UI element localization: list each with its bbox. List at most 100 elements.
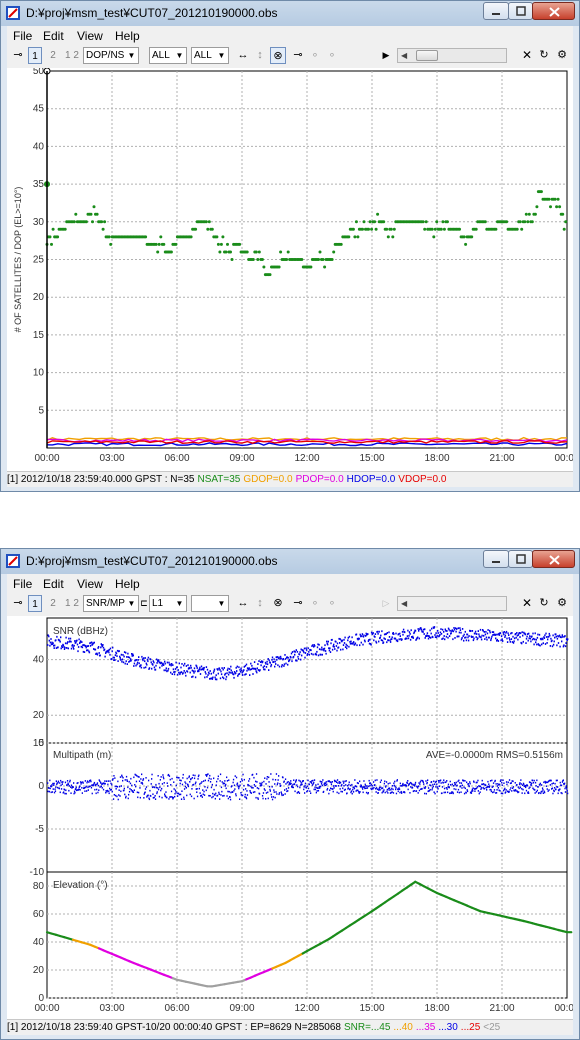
fit-horizontal-icon[interactable]: ↔ (235, 595, 251, 612)
multipath-point (492, 782, 495, 784)
snr-point (433, 626, 436, 628)
multipath-point (304, 782, 307, 785)
nsat-point (423, 227, 427, 231)
constellation-select[interactable]: ALL ▼ (149, 47, 187, 64)
multipath-point (361, 786, 363, 789)
multipath-point (107, 780, 109, 782)
close-x-icon[interactable]: ✕ (521, 595, 533, 612)
fit-horizontal-icon[interactable]: ↔ (235, 47, 251, 64)
time-scrollbar[interactable]: ◀ (397, 48, 507, 63)
snr-point (485, 636, 488, 639)
point-icon[interactable]: ∘ (310, 47, 320, 64)
multipath-point (50, 785, 53, 788)
status-snr30: ...30 (438, 1022, 458, 1033)
nsat-point (470, 235, 474, 239)
rcv12-button[interactable]: 1 2 (63, 47, 81, 64)
snr-point (485, 630, 487, 633)
multipath-point (198, 774, 200, 777)
snr-point (81, 641, 83, 643)
plot-area[interactable]: 10 20 40 -10 -5 0 5 0 20 40 60 80 SNR (dBHz) Multipat… (7, 616, 573, 1019)
nsat-point (317, 258, 320, 261)
snr-point (265, 662, 267, 665)
menu-help[interactable]: Help (115, 29, 140, 43)
minimize-button[interactable] (483, 2, 509, 20)
show-track-icon[interactable]: ⊸ (291, 595, 305, 612)
time-scrollbar[interactable]: ◀ (397, 596, 507, 611)
show-track-icon[interactable]: ⊸ (291, 47, 305, 64)
maximize-button[interactable] (508, 2, 533, 20)
multipath-point (182, 773, 184, 776)
rcv2-button[interactable]: 2 (48, 47, 58, 64)
maximize-button[interactable] (508, 550, 533, 568)
gear-icon[interactable]: ⚙ (555, 595, 569, 612)
multipath-point (371, 785, 373, 787)
snr-point (453, 627, 455, 629)
fit-vertical-icon[interactable]: ↕ (254, 595, 266, 612)
menu-file[interactable]: File (13, 29, 32, 43)
close-button[interactable] (532, 2, 575, 20)
reload-icon[interactable]: ↻ (538, 47, 550, 64)
gear-icon[interactable]: ⚙ (555, 47, 569, 64)
multipath-point (254, 785, 256, 787)
multipath-point (391, 787, 393, 790)
multipath-point (253, 776, 255, 779)
menu-edit[interactable]: Edit (43, 577, 64, 591)
multipath-point (554, 787, 556, 789)
point-icon[interactable]: ∘ (310, 595, 320, 612)
snr-point (208, 672, 210, 675)
menu-view[interactable]: View (77, 577, 103, 591)
close-x-icon[interactable]: ✕ (521, 47, 533, 64)
multipath-point (69, 779, 71, 782)
menu-view[interactable]: View (77, 29, 103, 43)
center-origin-icon[interactable]: ⊗ (270, 47, 286, 64)
snr-point (310, 649, 312, 652)
multipath-point (267, 797, 269, 800)
fit-vertical-icon[interactable]: ↕ (254, 47, 266, 64)
multipath-point (323, 790, 325, 793)
multipath-point (317, 783, 319, 786)
menu-help[interactable]: Help (115, 577, 140, 591)
multipath-point (418, 789, 421, 792)
close-button[interactable] (532, 550, 575, 568)
menu-file[interactable]: File (13, 577, 32, 591)
play-icon[interactable]: ▶ (381, 47, 391, 64)
frequency-select[interactable]: L1 ▼ (149, 595, 187, 612)
plot-area[interactable]: 5 10 15 20 25 30 35 40 45 50 00:00 03:00 06:00 09:00 1… (7, 68, 573, 471)
y-axis-label: # OF SATELLITES / DOP (EL>=10°) (13, 187, 23, 333)
plot-type-select[interactable]: SNR/MP ▼ (83, 595, 139, 612)
snr-point (217, 672, 219, 675)
rcv1-button[interactable]: 1 (28, 595, 42, 612)
satellite-select[interactable]: ALL ▼ (191, 47, 229, 64)
menu-edit[interactable]: Edit (43, 29, 64, 43)
point2-icon[interactable]: ∘ (327, 47, 337, 64)
title-bar[interactable]: D:¥proj¥msm_test¥CUT07_201210190000.obs (1, 549, 579, 574)
multipath-point (57, 786, 59, 789)
snr-point (342, 648, 344, 651)
snr-point (327, 640, 329, 643)
play-icon[interactable]: ▷ (381, 595, 391, 612)
status-hdop: HDOP=0.0 (346, 474, 396, 485)
rcv12-button[interactable]: 1 2 (63, 595, 81, 612)
rcv2-button[interactable]: 2 (48, 595, 58, 612)
snr-point (166, 661, 169, 664)
plot-type-select[interactable]: DOP/NS ▼ (83, 47, 139, 64)
reload-icon[interactable]: ↻ (538, 595, 550, 612)
rcv1-button[interactable]: 1 (28, 47, 42, 64)
signal-select[interactable]: ▼ (191, 595, 229, 612)
multipath-point (65, 792, 67, 795)
title-bar[interactable]: D:¥proj¥msm_test¥CUT07_201210190000.obs (1, 1, 579, 26)
snr-point (407, 637, 410, 640)
nsat-point (564, 220, 568, 224)
multipath-point (116, 786, 119, 788)
multipath-point (198, 787, 200, 790)
multipath-point (326, 787, 329, 790)
point2-icon[interactable]: ∘ (327, 595, 337, 612)
x-tick-label: 06:00 (164, 453, 189, 464)
scroll-thumb[interactable] (416, 50, 438, 61)
snr-point (185, 665, 188, 667)
center-origin-icon[interactable]: ⊗ (270, 595, 286, 612)
nsat-point (154, 242, 158, 246)
nsat-point (51, 227, 55, 231)
multipath-point (223, 782, 226, 785)
minimize-button[interactable] (483, 550, 509, 568)
